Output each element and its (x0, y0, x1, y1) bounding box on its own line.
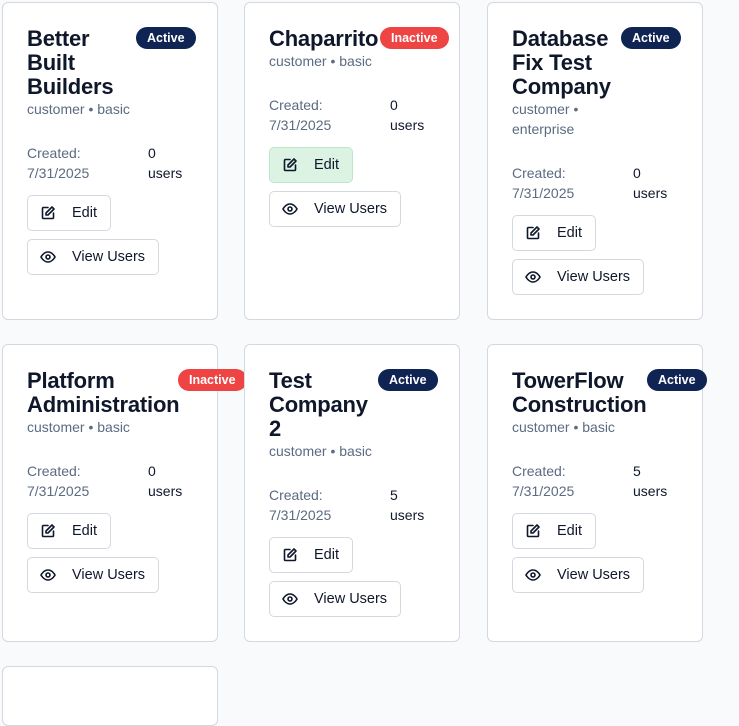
users-count: 0 (148, 463, 156, 479)
created-date: 7/31/2025 (512, 483, 575, 499)
created-date: 7/31/2025 (269, 117, 332, 133)
users-label: users (390, 117, 425, 133)
users-count: 5 (390, 487, 398, 503)
edit-icon (40, 523, 56, 539)
company-card: Better Built Builders Active customer • … (2, 2, 218, 320)
edit-label: Edit (314, 547, 339, 563)
users-label: users (390, 507, 425, 523)
eye-icon (40, 567, 56, 583)
view-users-label: View Users (557, 567, 631, 583)
eye-icon (282, 201, 298, 217)
edit-button[interactable]: Edit (512, 513, 596, 549)
company-card: Platform Administration Inactive custome… (2, 344, 247, 642)
status-badge: Active (647, 369, 707, 391)
company-meta: customer • basic (27, 419, 130, 435)
eye-icon (525, 269, 541, 285)
eye-icon (282, 591, 298, 607)
view-users-button[interactable]: View Users (27, 239, 159, 275)
created-label: Created: (27, 145, 81, 161)
edit-icon (525, 523, 541, 539)
users-label: users (148, 483, 183, 499)
created-label: Created: (269, 487, 323, 503)
edit-button[interactable]: Edit (27, 513, 111, 549)
users-label: users (148, 165, 183, 181)
created-label: Created: (512, 463, 566, 479)
company-name: Platform Administration (27, 368, 180, 417)
eye-icon (525, 567, 541, 583)
created-label: Created: (512, 165, 566, 181)
status-badge: Inactive (178, 369, 247, 391)
view-users-label: View Users (314, 201, 388, 217)
edit-label: Edit (557, 523, 582, 539)
created-date: 7/31/2025 (269, 507, 332, 523)
edit-button[interactable]: Edit (512, 215, 596, 251)
view-users-label: View Users (314, 591, 388, 607)
edit-icon (282, 547, 298, 563)
company-name: Test Company 2 (269, 368, 368, 441)
company-card: Test Company 2 Active customer • basic C… (244, 344, 460, 642)
users-label: users (633, 185, 668, 201)
eye-icon (40, 249, 56, 265)
status-badge: Active (136, 27, 196, 49)
created-date: 7/31/2025 (512, 185, 575, 201)
edit-button[interactable]: Edit (269, 537, 353, 573)
edit-label: Edit (72, 523, 97, 539)
users-label: users (633, 483, 668, 499)
users-count: 0 (633, 165, 641, 181)
edit-button[interactable]: Edit (269, 147, 353, 183)
users-count: 5 (633, 463, 641, 479)
company-name: Better Built Builders (27, 26, 114, 99)
company-meta: customer • basic (269, 443, 372, 459)
edit-label: Edit (557, 225, 582, 241)
created-label: Created: (27, 463, 81, 479)
view-users-label: View Users (72, 567, 146, 583)
company-meta: customer • basic (269, 53, 372, 69)
view-users-button[interactable]: View Users (512, 259, 644, 295)
view-users-button[interactable]: View Users (27, 557, 159, 593)
edit-icon (282, 157, 298, 173)
users-count: 0 (148, 145, 156, 161)
edit-button[interactable]: Edit (27, 195, 111, 231)
view-users-label: View Users (72, 249, 146, 265)
company-meta: customer • enterprise (512, 101, 579, 137)
status-badge: Active (621, 27, 681, 49)
edit-icon (525, 225, 541, 241)
company-card (2, 666, 218, 726)
created-label: Created: (269, 97, 323, 113)
company-meta: customer • basic (27, 101, 130, 117)
status-badge: Active (378, 369, 438, 391)
company-meta: customer • basic (512, 419, 615, 435)
view-users-label: View Users (557, 269, 631, 285)
created-date: 7/31/2025 (27, 165, 90, 181)
edit-icon (40, 205, 56, 221)
view-users-button[interactable]: View Users (512, 557, 644, 593)
view-users-button[interactable]: View Users (269, 581, 401, 617)
company-name: Database Fix Test Company (512, 26, 611, 99)
edit-label: Edit (314, 157, 339, 173)
created-date: 7/31/2025 (27, 483, 90, 499)
edit-label: Edit (72, 205, 97, 221)
view-users-button[interactable]: View Users (269, 191, 401, 227)
status-badge: Inactive (380, 27, 449, 49)
users-count: 0 (390, 97, 398, 113)
company-card: Database Fix Test Company Active custome… (487, 2, 703, 320)
company-card: Chaparrito Inactive customer • basic Cre… (244, 2, 460, 320)
company-card: TowerFlow Construction Active customer •… (487, 344, 707, 642)
